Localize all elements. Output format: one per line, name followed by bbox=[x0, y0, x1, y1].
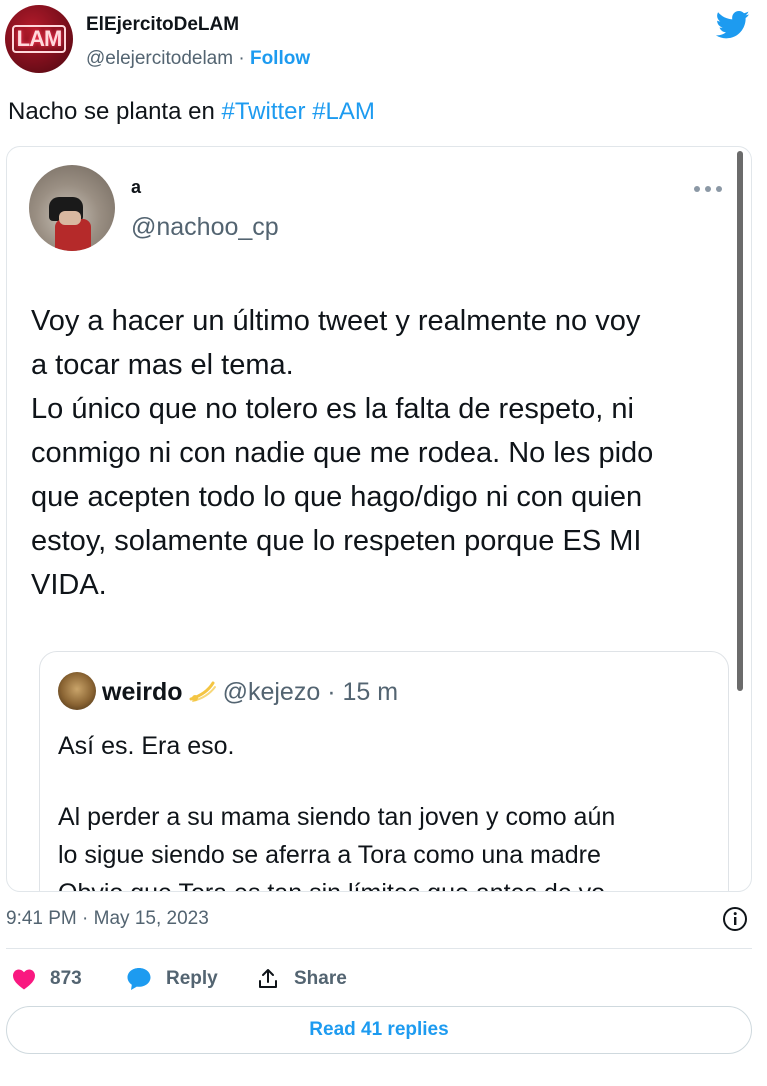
reply-label: Reply bbox=[166, 968, 218, 989]
body-line: que acepten todo lo que hago/digo ni con… bbox=[31, 481, 643, 513]
dizzy-emoji-icon bbox=[189, 681, 216, 702]
embedded-tweet-body: Voy a hacer un último tweet y realmente … bbox=[31, 299, 731, 607]
reply-button[interactable]: Reply bbox=[126, 962, 218, 996]
quoted-body-line: Obvio que Tora es tan sin límites que an… bbox=[58, 874, 615, 891]
quoted-time: 15 m bbox=[342, 678, 399, 706]
share-button[interactable]: Share bbox=[256, 962, 347, 996]
quoted-header: weirdo @kejezo · 15 m bbox=[102, 678, 398, 707]
embedded-avatar bbox=[29, 165, 115, 251]
body-line: Lo único que no tolero es la falta de re… bbox=[31, 393, 634, 425]
body-line: VIDA. bbox=[31, 569, 107, 601]
share-label: Share bbox=[294, 968, 347, 989]
quoted-separator: · bbox=[327, 678, 336, 706]
tweet-text: Nacho se planta en #Twitter #LAM bbox=[8, 98, 375, 126]
embedded-handle: @nachoo_cp bbox=[131, 213, 279, 241]
avatar-face bbox=[59, 211, 81, 225]
twitter-bird-icon[interactable] bbox=[716, 10, 750, 40]
info-icon[interactable] bbox=[722, 906, 748, 932]
follow-button[interactable]: Follow bbox=[250, 48, 310, 69]
author-name[interactable]: ElEjercitoDeLAM bbox=[86, 14, 239, 36]
quoted-body-line: Al perder a su mama siendo tan joven y c… bbox=[58, 803, 616, 831]
more-options-icon bbox=[694, 186, 722, 192]
quoted-body-line: lo sigue siendo se aferra a Tora como un… bbox=[58, 841, 601, 869]
reply-bubble-icon bbox=[127, 968, 151, 990]
read-replies-button[interactable]: Read 41 replies bbox=[6, 1006, 752, 1054]
body-line: Voy a hacer un último tweet y realmente … bbox=[31, 305, 641, 337]
heart-icon bbox=[13, 969, 35, 990]
action-bar: 873 Reply Share bbox=[0, 962, 767, 996]
hashtag-twitter[interactable]: #Twitter bbox=[221, 98, 305, 125]
author-handle-row: @elejercitodelam · Follow bbox=[86, 48, 310, 70]
like-button[interactable]: 873 bbox=[12, 962, 82, 996]
like-count: 873 bbox=[50, 968, 82, 989]
embedded-name: a bbox=[131, 177, 142, 197]
tweet-header: LAM ElEjercitoDeLAM @elejercitodelam · F… bbox=[0, 0, 767, 90]
quoted-tweet: weirdo @kejezo · 15 m Así es. Era eso. A… bbox=[39, 651, 729, 891]
author-avatar[interactable]: LAM bbox=[5, 5, 73, 73]
tweet-timestamp[interactable]: 9:41 PM · May 15, 2023 bbox=[6, 908, 209, 930]
embedded-screenshot[interactable]: a @nachoo_cp Voy a hacer un último tweet… bbox=[6, 146, 752, 892]
avatar-logo-text: LAM bbox=[11, 25, 67, 53]
quoted-name: weirdo bbox=[102, 678, 183, 706]
quoted-body: Al perder a su mama siendo tan joven y c… bbox=[58, 798, 616, 891]
quoted-avatar bbox=[58, 672, 96, 710]
handle-separator: · bbox=[238, 48, 245, 69]
divider bbox=[6, 948, 752, 949]
tweet-text-plain: Nacho se planta en bbox=[8, 98, 222, 125]
body-line: a tocar mas el tema. bbox=[31, 349, 294, 381]
body-line: estoy, solamente que lo respeten porque … bbox=[31, 525, 642, 557]
scrollbar[interactable] bbox=[737, 151, 743, 691]
share-upload-icon bbox=[259, 969, 277, 988]
body-line: conmigo ni con nadie que me rodea. No le… bbox=[31, 437, 654, 469]
quoted-first-line: Así es. Era eso. bbox=[58, 732, 235, 760]
author-handle[interactable]: @elejercitodelam bbox=[86, 48, 233, 69]
quoted-handle: @kejezo bbox=[222, 678, 321, 706]
hashtag-lam[interactable]: #LAM bbox=[312, 98, 375, 125]
